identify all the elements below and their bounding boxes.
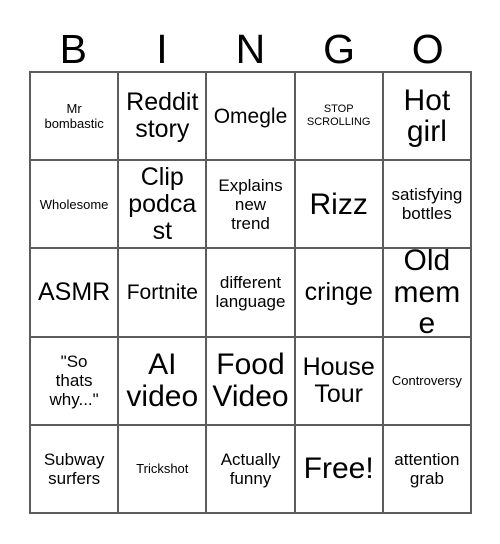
bingo-cell-label: Explains new trend [218,175,283,233]
bingo-cell[interactable]: Fortnite [119,249,208,338]
bingo-cell[interactable]: Clip podcast [119,161,208,250]
bingo-cell-label: AI video [126,348,199,413]
bingo-cell-label: Fortnite [126,280,198,304]
bingo-cell[interactable]: STOP SCROLLING [295,73,384,162]
bingo-cell-label: Reddit story [126,88,199,144]
bingo-header-letter-n: N [235,26,266,72]
bingo-cell-label: different language [215,273,286,312]
bingo-cell[interactable]: ASMR [31,249,120,338]
bingo-cell-label: attention grab [394,449,460,488]
bingo-cell[interactable]: different language [207,249,296,338]
bingo-cell-label: Rizz [309,187,368,221]
bingo-cell[interactable]: satisfying bottles [383,161,472,250]
bingo-header-row: B I N G O [29,8,472,71]
bingo-cell-label: Free! [303,452,374,486]
bingo-cell-label: House Tour [302,352,375,408]
bingo-cell-label: satisfying bottles [391,185,463,224]
bingo-cell[interactable]: attention grab [383,425,472,514]
bingo-cell-free[interactable]: Free! [295,425,384,514]
bingo-cell-label: Actually funny [220,449,281,488]
bingo-cell-label: Old meme [393,249,461,338]
bingo-cell[interactable]: Wholesome [31,161,120,250]
bingo-cell[interactable]: Actually funny [207,425,296,514]
bingo-cell-label: STOP SCROLLING [306,102,371,129]
bingo-cell[interactable]: Reddit story [119,73,208,162]
bingo-header-letter-b: B [59,26,87,72]
bingo-cell[interactable]: Explains new trend [207,161,296,250]
bingo-cell[interactable]: Hot girl [383,73,472,162]
bingo-header-letter-o: O [411,26,444,72]
bingo-cell[interactable]: Trickshot [119,425,208,514]
bingo-cell[interactable]: Food Video [207,337,296,426]
bingo-cell-label: Controversy [391,373,462,389]
bingo-cell-label: Hot girl [403,83,451,149]
bingo-cell-label: "So thats why..." [49,352,99,410]
bingo-cell-label: Clip podcast [128,162,197,245]
bingo-grid: Mr bombastic Reddit story Omegle STOP SC… [29,71,472,514]
bingo-cell[interactable]: Controversy [383,337,472,426]
bingo-cell[interactable]: Mr bombastic [31,73,120,162]
bingo-cell[interactable]: Omegle [207,73,296,162]
bingo-cell[interactable]: Subway surfers [31,425,120,514]
bingo-cell-label: Trickshot [136,461,189,477]
bingo-cell-label: Omegle [213,104,288,128]
bingo-cell-label: Wholesome [39,196,109,212]
bingo-cell[interactable]: House Tour [295,337,384,426]
bingo-cell[interactable]: Old meme [383,249,472,338]
bingo-cell[interactable]: Rizz [295,161,384,250]
bingo-cell-label: Mr bombastic [44,100,104,132]
bingo-cell-label: Food Video [212,348,289,413]
bingo-header-letter-g: G [323,26,356,72]
bingo-cell[interactable]: "So thats why..." [31,337,120,426]
bingo-cell-label: ASMR [37,277,111,306]
bingo-card: B I N G O Mr bombastic Reddit story Omeg… [29,8,472,514]
bingo-cell[interactable]: cringe [295,249,384,338]
bingo-header-letter-i: I [156,26,168,72]
bingo-cell-label: cringe [304,277,373,306]
bingo-cell[interactable]: AI video [119,337,208,426]
bingo-cell-label: Subway surfers [43,449,105,488]
